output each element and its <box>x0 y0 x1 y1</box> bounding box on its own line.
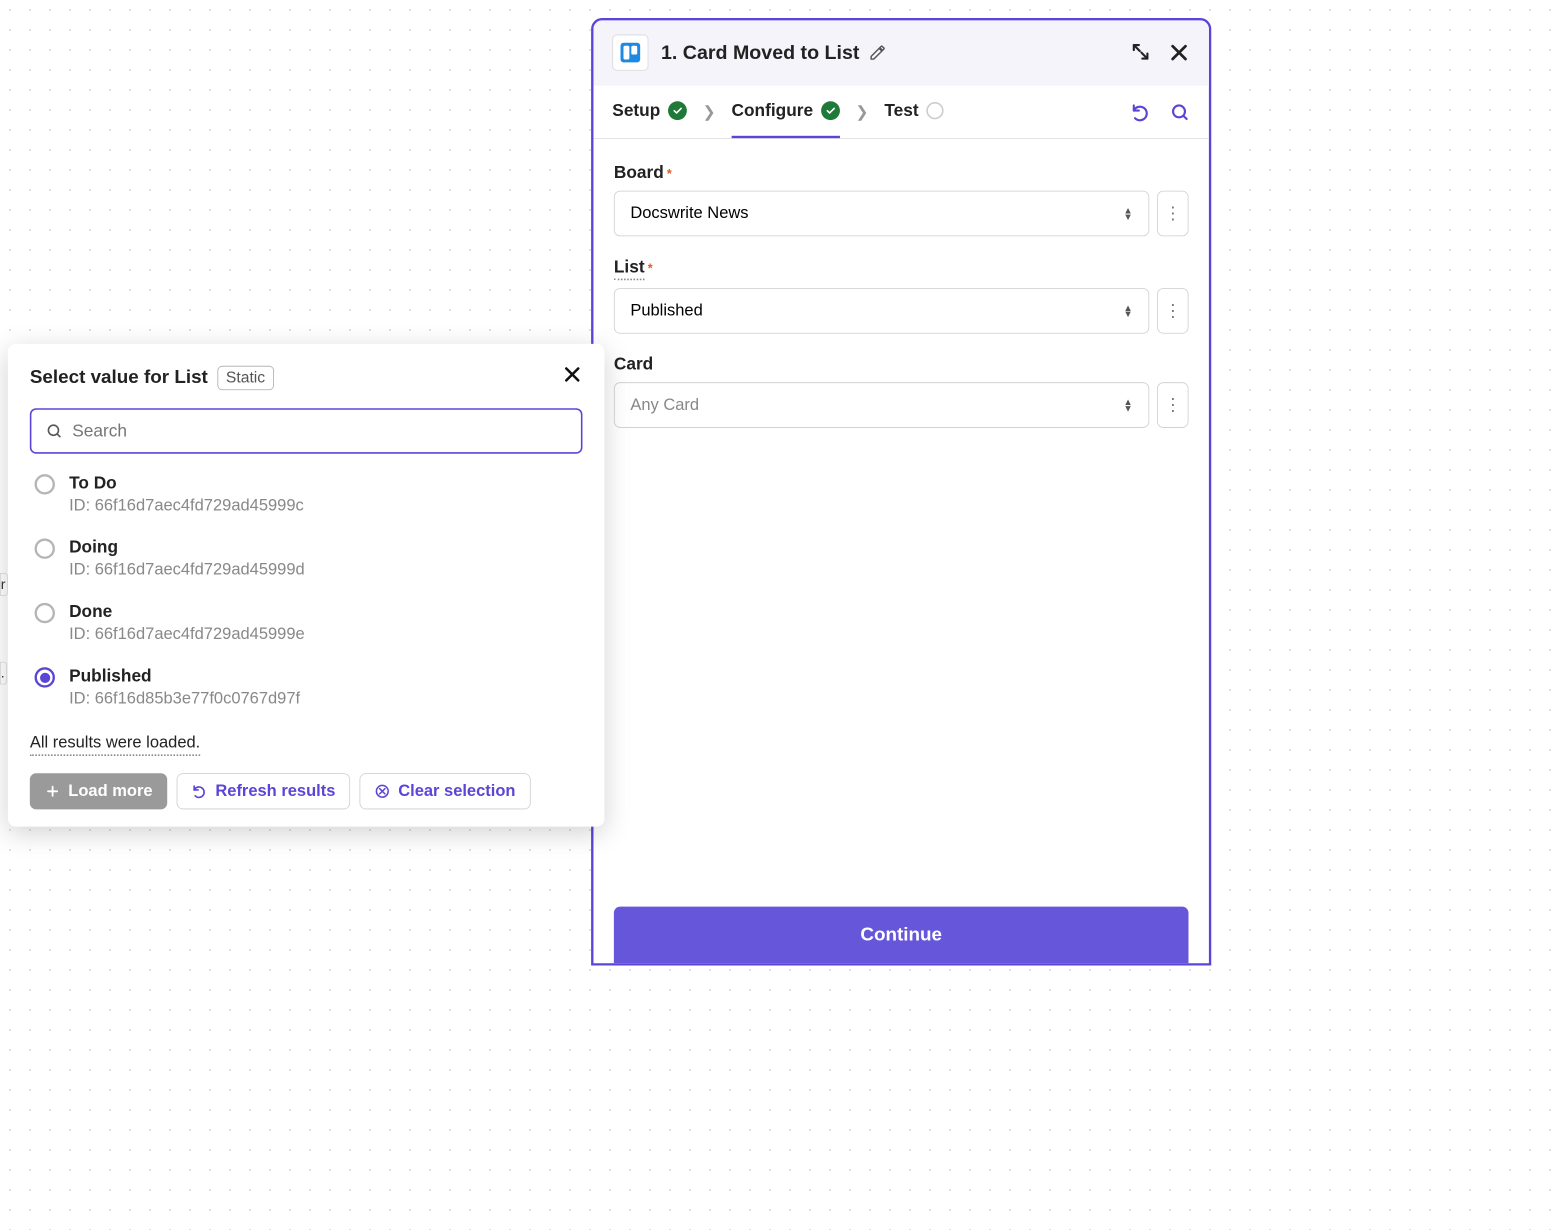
tab-test[interactable]: Test <box>884 86 943 139</box>
popover-actions: Load more Refresh results Clear selectio… <box>30 773 583 809</box>
tab-test-label: Test <box>884 100 918 120</box>
status-empty-icon <box>926 102 943 119</box>
continue-button[interactable]: Continue <box>614 907 1189 964</box>
close-icon[interactable] <box>1168 42 1190 64</box>
sort-icon: ▲▼ <box>1123 207 1132 220</box>
radio-icon <box>35 539 55 559</box>
tab-setup-label: Setup <box>612 100 660 120</box>
board-more-button[interactable]: ⋮ <box>1157 191 1188 237</box>
static-chip[interactable]: Static <box>217 365 274 389</box>
option-text: Doing ID: 66f16d7aec4fd729ad45999d <box>69 537 305 579</box>
card-more-button[interactable]: ⋮ <box>1157 382 1188 428</box>
option-label: Published <box>69 666 300 686</box>
field-board-label: Board <box>614 162 664 182</box>
radio-icon <box>35 667 55 687</box>
trello-icon <box>619 41 643 65</box>
sort-icon: ▲▼ <box>1123 399 1132 412</box>
cropped-fragment: . <box>0 662 7 685</box>
option-id: ID: 66f16d85b3e77f0c0767d97f <box>69 689 300 708</box>
edit-icon[interactable] <box>869 44 886 61</box>
list-option[interactable]: Published ID: 66f16d85b3e77f0c0767d97f <box>30 655 583 719</box>
cropped-fragment: r <box>0 573 8 596</box>
search-input[interactable] <box>72 421 567 441</box>
popover-header: Select value for List Static <box>30 364 583 391</box>
close-icon[interactable] <box>562 364 582 391</box>
board-value: Docswrite News <box>630 204 748 223</box>
clear-selection-button[interactable]: Clear selection <box>360 773 531 809</box>
tab-configure-label: Configure <box>732 100 814 120</box>
option-label: To Do <box>69 473 304 493</box>
search-debug-icon[interactable] <box>1170 102 1190 122</box>
option-id: ID: 66f16d7aec4fd729ad45999e <box>69 625 305 644</box>
tabs-right-actions <box>1130 102 1190 122</box>
option-list: To Do ID: 66f16d7aec4fd729ad45999c Doing ID… <box>30 462 583 719</box>
option-id: ID: 66f16d7aec4fd729ad45999c <box>69 496 304 515</box>
required-marker: * <box>667 168 672 181</box>
list-select[interactable]: Published ▲▼ <box>614 288 1149 334</box>
radio-icon <box>35 603 55 623</box>
search-input-wrap[interactable] <box>30 408 583 454</box>
option-text: To Do ID: 66f16d7aec4fd729ad45999c <box>69 473 304 515</box>
results-note: All results were loaded. <box>30 733 200 756</box>
step-config-panel: 1. Card Moved to List Setup ❯ Configure <box>591 18 1211 965</box>
field-board: Board* Docswrite News ▲▼ ⋮ <box>614 162 1189 236</box>
list-option[interactable]: Done ID: 66f16d7aec4fd729ad45999e <box>30 590 583 654</box>
list-option[interactable]: To Do ID: 66f16d7aec4fd729ad45999c <box>30 462 583 526</box>
step-tabs: Setup ❯ Configure ❯ Test <box>593 86 1208 139</box>
list-value: Published <box>630 301 702 320</box>
list-more-button[interactable]: ⋮ <box>1157 288 1188 334</box>
option-label: Doing <box>69 537 305 557</box>
load-more-button: Load more <box>30 773 168 809</box>
popover-title: Select value for List <box>30 367 208 389</box>
option-text: Published ID: 66f16d85b3e77f0c0767d97f <box>69 666 300 708</box>
field-card-label: Card <box>614 354 653 374</box>
option-id: ID: 66f16d7aec4fd729ad45999d <box>69 560 305 579</box>
chevron-right-icon: ❯ <box>703 102 716 122</box>
list-value-popover: Select value for List Static To Do ID: 66… <box>8 344 605 827</box>
check-icon <box>668 101 687 120</box>
panel-title: 1. Card Moved to List <box>661 41 859 64</box>
panel-header: 1. Card Moved to List <box>593 20 1208 85</box>
clear-icon <box>375 783 391 799</box>
expand-icon[interactable] <box>1130 42 1150 62</box>
card-placeholder: Any Card <box>630 396 699 415</box>
field-list: List* Published ▲▼ ⋮ <box>614 257 1189 334</box>
sort-icon: ▲▼ <box>1123 305 1132 318</box>
check-icon <box>821 101 840 120</box>
required-marker: * <box>648 262 653 275</box>
card-select[interactable]: Any Card ▲▼ <box>614 382 1149 428</box>
option-text: Done ID: 66f16d7aec4fd729ad45999e <box>69 601 305 643</box>
field-list-label: List <box>614 257 645 281</box>
option-label: Done <box>69 601 305 621</box>
refresh-icon <box>192 783 208 799</box>
board-select[interactable]: Docswrite News ▲▼ <box>614 191 1149 237</box>
plus-icon <box>45 783 61 799</box>
panel-body: Board* Docswrite News ▲▼ ⋮ List* Publish… <box>593 139 1208 891</box>
refresh-label: Refresh results <box>215 782 335 801</box>
load-more-label: Load more <box>68 782 152 801</box>
undo-icon[interactable] <box>1130 102 1150 122</box>
panel-header-actions <box>1130 42 1190 64</box>
trello-app-icon <box>612 35 648 71</box>
search-icon <box>46 422 63 439</box>
tab-setup[interactable]: Setup <box>612 86 687 139</box>
field-card: Card Any Card ▲▼ ⋮ <box>614 354 1189 428</box>
panel-footer: Continue <box>593 891 1208 963</box>
tab-configure[interactable]: Configure <box>732 86 840 139</box>
list-option[interactable]: Doing ID: 66f16d7aec4fd729ad45999d <box>30 526 583 590</box>
refresh-results-button[interactable]: Refresh results <box>177 773 350 809</box>
chevron-right-icon: ❯ <box>855 102 868 122</box>
panel-title-row: 1. Card Moved to List <box>661 41 1118 64</box>
radio-icon <box>35 474 55 494</box>
clear-label: Clear selection <box>398 782 515 801</box>
